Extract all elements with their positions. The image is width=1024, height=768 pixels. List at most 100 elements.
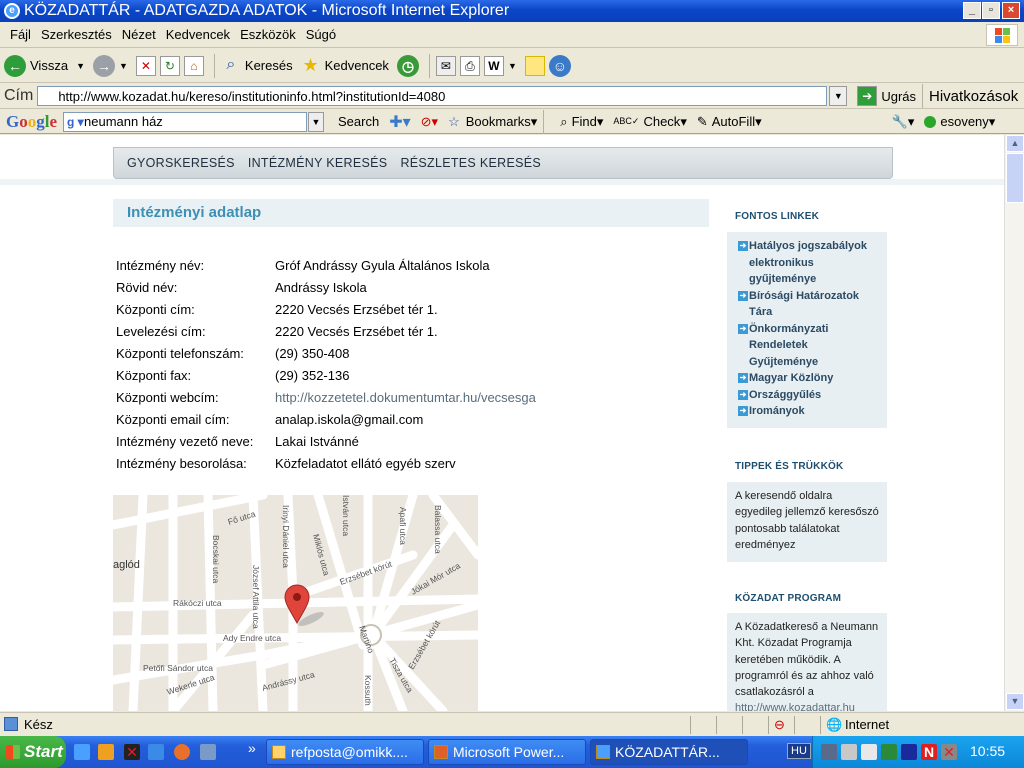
- minimize-button[interactable]: _: [963, 2, 981, 19]
- spellcheck-button[interactable]: ABC✓ Check ▾: [613, 114, 686, 130]
- messenger-icon[interactable]: ☺: [548, 54, 571, 77]
- back-button[interactable]: ← Vissza ▼: [4, 54, 85, 77]
- go-button[interactable]: Ugrás: [881, 89, 916, 104]
- scroll-up-icon[interactable]: ▲: [1006, 135, 1024, 152]
- tray-x-icon[interactable]: ✕: [941, 744, 957, 760]
- tray-icon[interactable]: [861, 744, 877, 760]
- network-quicklaunch-icon[interactable]: [200, 744, 216, 760]
- explorer-quicklaunch-icon[interactable]: [148, 744, 164, 760]
- go-arrow-icon[interactable]: ➔: [857, 86, 878, 106]
- status-dot-icon: [924, 115, 937, 128]
- google-toolbar: Google g ▾ ▼ Search ✚▾ ⊘▾ ☆Bookmarks▾ ⌕F…: [0, 109, 1024, 134]
- ie-quicklaunch-icon[interactable]: [74, 744, 90, 760]
- clock: 10:55: [970, 743, 1006, 759]
- task-browser[interactable]: KÖZADATTÁR...: [590, 739, 748, 765]
- links-box: ➜ Hatályos jogszabályok elektronikus gyűj…: [727, 232, 887, 428]
- menu-tools[interactable]: Eszközök: [240, 27, 296, 42]
- mail-icon[interactable]: ✉: [435, 55, 456, 76]
- find-button[interactable]: ⌕ Find ▾: [560, 114, 603, 130]
- google-dropdown-icon[interactable]: ▼: [308, 111, 325, 132]
- ie-logo-icon: e: [4, 3, 20, 19]
- location-map[interactable]: Fő utca Irinyi Dániel utca István utca A…: [113, 495, 478, 711]
- popup-blocker-icon[interactable]: ⊘▾: [421, 114, 438, 130]
- arrow-right-icon: ➜: [738, 389, 748, 400]
- toolbar-separator: [922, 84, 924, 108]
- stop-icon[interactable]: ✕: [135, 55, 156, 76]
- status-panel: [742, 716, 768, 734]
- tray-icon[interactable]: [881, 744, 897, 760]
- vertical-scrollbar[interactable]: ▲ ▼: [1004, 135, 1024, 711]
- status-panel: ⊖: [768, 716, 794, 734]
- edit-word-icon[interactable]: W: [483, 55, 504, 76]
- program-link[interactable]: http://www.kozadattar.hu: [735, 700, 879, 711]
- google-search-button[interactable]: Search: [338, 114, 379, 129]
- toolbar-separator: [543, 109, 545, 134]
- status-panel: [794, 716, 820, 734]
- menu-view[interactable]: Nézet: [122, 27, 156, 42]
- menu-help[interactable]: Súgó: [306, 27, 336, 42]
- tool-quicklaunch-icon[interactable]: [98, 744, 114, 760]
- find-icon: ⌕: [560, 113, 568, 129]
- refresh-icon[interactable]: ↻: [159, 55, 180, 76]
- menu-file[interactable]: Fájl: [10, 27, 31, 42]
- account-button[interactable]: esoveny ▾: [924, 114, 995, 130]
- maximize-button[interactable]: ▫: [982, 2, 1000, 19]
- bookmarks-button[interactable]: ☆ Bookmarks ▾: [448, 114, 537, 130]
- powerpoint-icon: [434, 745, 448, 759]
- address-dropdown-icon[interactable]: ▼: [829, 86, 848, 106]
- nav-institution-search[interactable]: INTÉZMÉNY KERESÉS: [248, 156, 388, 170]
- google-search-input[interactable]: [63, 111, 308, 132]
- map-label: Apafi utca: [398, 507, 408, 545]
- sidebar-link[interactable]: ➜ Hatályos jogszabályok elektronikus gyűj…: [735, 238, 879, 288]
- wrench-icon[interactable]: 🔧▾: [892, 114, 915, 130]
- scroll-down-icon[interactable]: ▼: [1006, 693, 1024, 710]
- links-button[interactable]: Hivatkozások: [929, 88, 1018, 105]
- forward-button[interactable]: → ▼: [92, 54, 128, 77]
- chevron-down-icon[interactable]: ▼: [76, 61, 85, 71]
- toolbar-separator: [428, 53, 430, 78]
- sidebar-link[interactable]: ➜ Magyar Közlöny: [735, 370, 879, 387]
- firefox-icon[interactable]: [174, 744, 190, 760]
- sidebar-link[interactable]: ➜ Önkormányzati Rendeletek Gyűjteménye: [735, 321, 879, 371]
- tray-icon[interactable]: [901, 744, 917, 760]
- chevron-down-icon[interactable]: ▼: [508, 61, 517, 71]
- email-link[interactable]: analap.iskola@gmail.com: [275, 412, 423, 427]
- home-icon[interactable]: ⌂: [183, 55, 204, 76]
- menu-edit[interactable]: Szerkesztés: [41, 27, 112, 42]
- note-icon[interactable]: [524, 55, 545, 76]
- add-icon[interactable]: ✚▾: [389, 112, 410, 132]
- scroll-thumb[interactable]: [1006, 153, 1024, 203]
- google-logo[interactable]: Google: [6, 112, 57, 132]
- autofill-button[interactable]: ✎ AutoFill ▾: [697, 114, 762, 130]
- close-app-icon[interactable]: ✕: [124, 744, 140, 760]
- language-indicator[interactable]: HU: [787, 743, 811, 759]
- history-icon[interactable]: ◷: [396, 54, 419, 77]
- tray-icon[interactable]: [821, 744, 837, 760]
- tips-heading: TIPPEK ÉS TRÜKKÖK: [735, 461, 844, 472]
- sidebar-link[interactable]: ➜ Irományok: [735, 403, 879, 420]
- start-button[interactable]: Start: [0, 736, 66, 768]
- website-link[interactable]: http://kozzetetel.dokumentumtar.hu/vecse…: [275, 390, 536, 405]
- more-icon[interactable]: »: [248, 740, 256, 756]
- close-button[interactable]: ×: [1002, 2, 1020, 19]
- nav-detailed-search[interactable]: RÉSZLETES KERESÉS: [400, 156, 541, 170]
- taskbar: Start ✕ » refposta@omikk.... Microsoft P…: [0, 736, 1024, 768]
- links-heading: FONTOS LINKEK: [735, 211, 820, 222]
- chevron-down-icon[interactable]: ▼: [119, 61, 128, 71]
- tray-n-icon[interactable]: N: [921, 744, 937, 760]
- task-mail[interactable]: refposta@omikk....: [266, 739, 424, 765]
- address-label: Cím: [4, 87, 34, 104]
- arrow-right-icon: ➜: [738, 406, 748, 416]
- search-button[interactable]: ⌕ Keresés: [221, 56, 292, 76]
- program-box: A Közadatkereső a Neumann Kht. Közadat P…: [727, 613, 887, 711]
- favorites-button[interactable]: ★ Kedvencek: [301, 56, 389, 76]
- tray-icon[interactable]: [841, 744, 857, 760]
- address-input[interactable]: [37, 86, 828, 106]
- task-powerpoint[interactable]: Microsoft Power...: [428, 739, 586, 765]
- nav-quick-search[interactable]: GYORSKERESÉS: [127, 156, 235, 170]
- menu-favorites[interactable]: Kedvencek: [166, 27, 230, 42]
- sidebar-link[interactable]: ➜ Bírósági Határozatok Tára: [735, 288, 879, 321]
- print-icon[interactable]: ⎙: [459, 55, 480, 76]
- sidebar-link[interactable]: ➜ Országgyűlés: [735, 387, 879, 404]
- map-label: aglód: [113, 559, 140, 571]
